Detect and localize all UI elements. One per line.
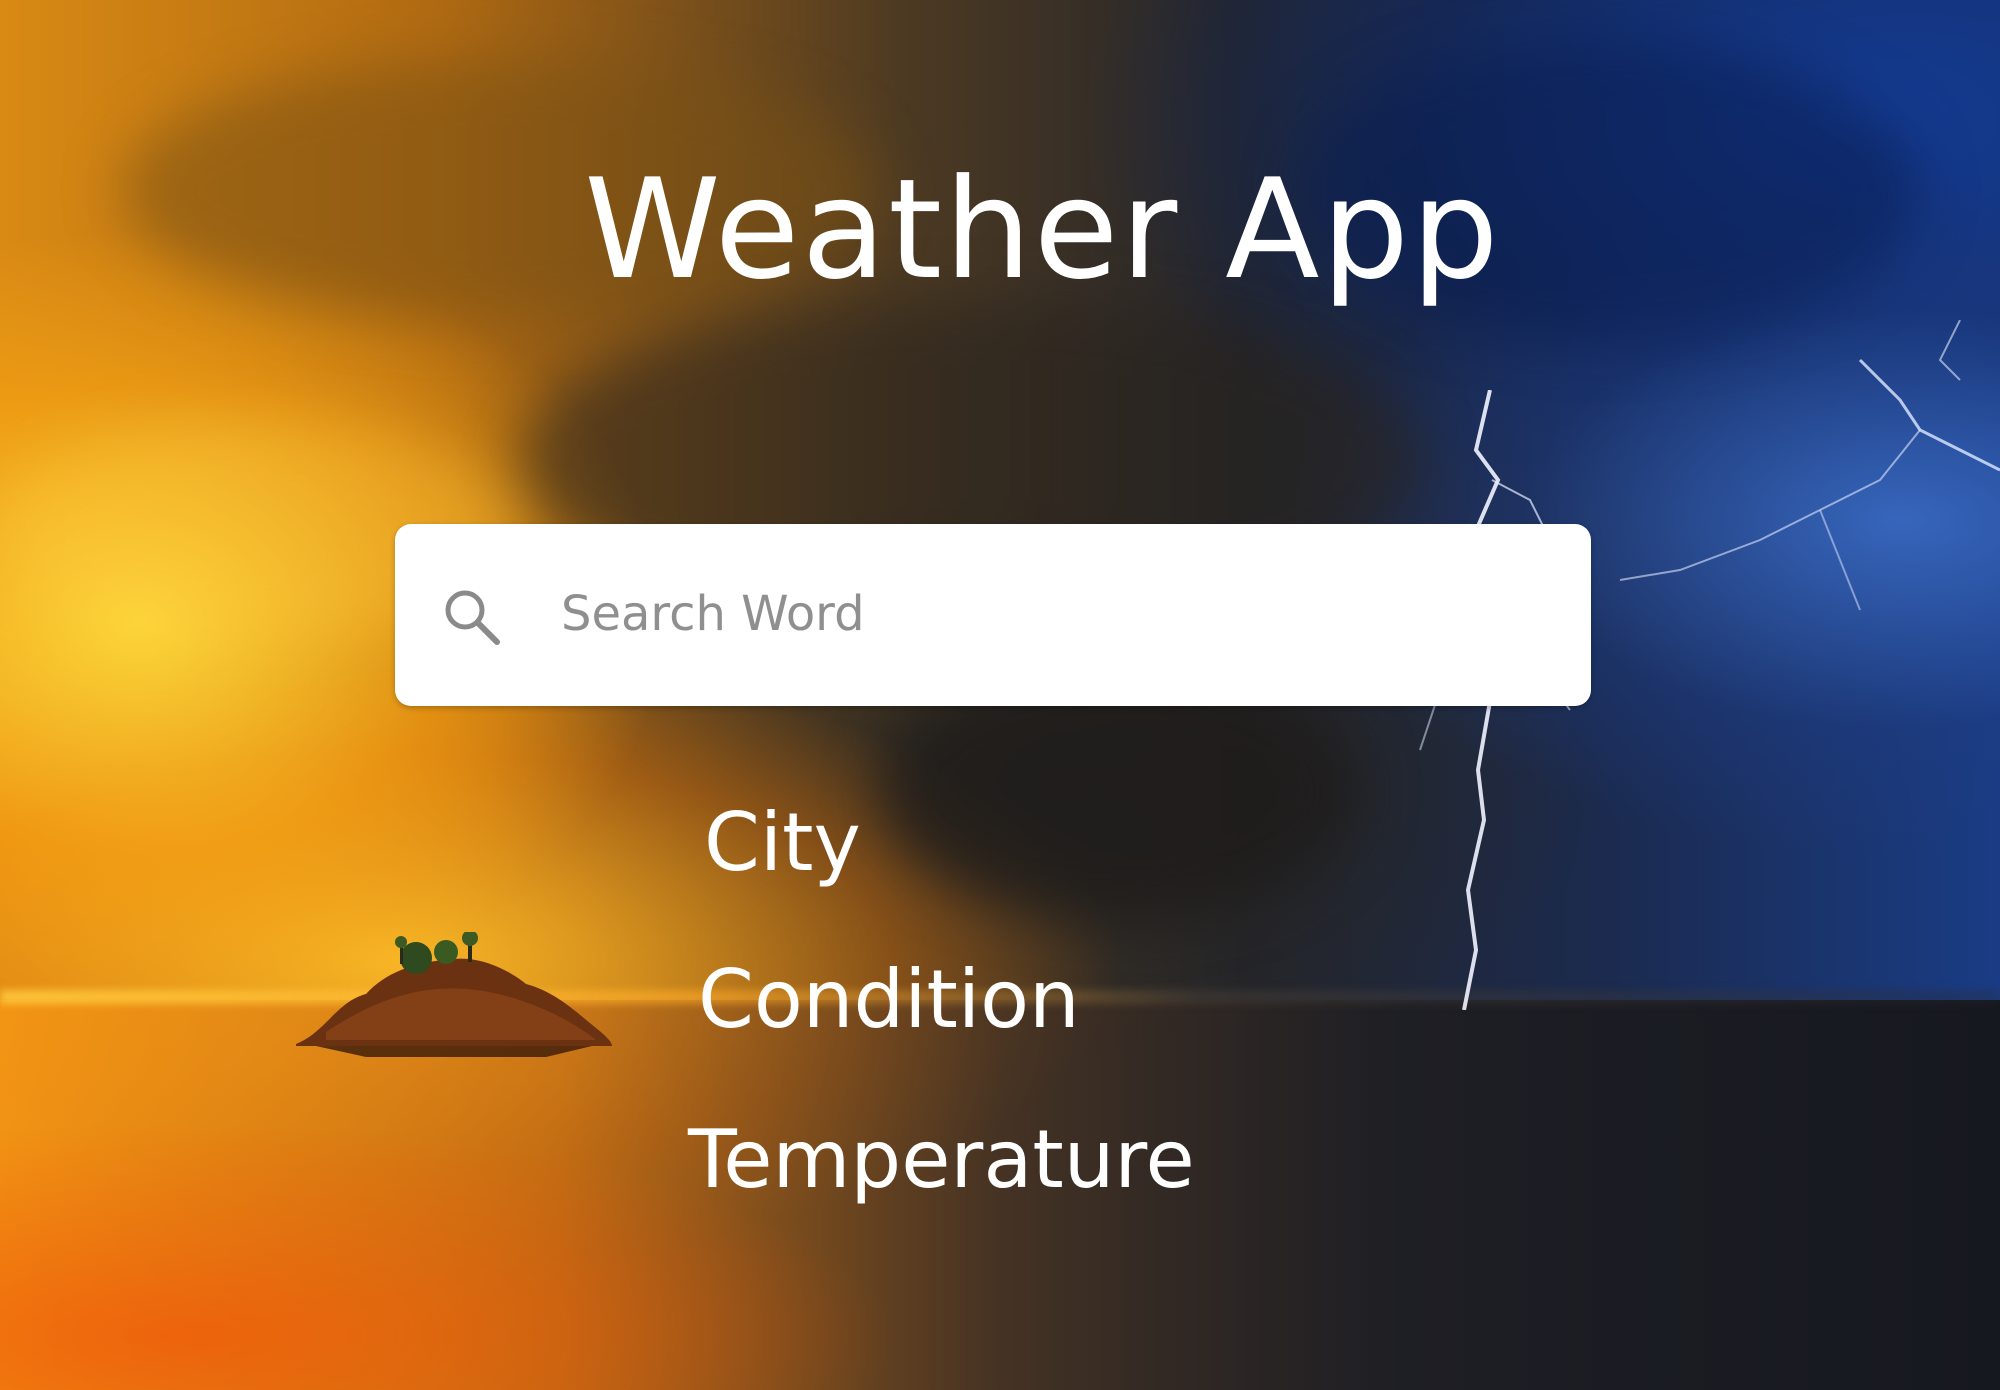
condition-label: Condition xyxy=(698,953,1080,1046)
city-label: City xyxy=(704,796,861,889)
lightning-branch-icon xyxy=(1620,320,2000,611)
island-icon xyxy=(296,932,612,1057)
search-bar[interactable] xyxy=(395,524,1591,706)
search-icon[interactable] xyxy=(441,586,503,648)
search-input[interactable] xyxy=(555,564,1527,664)
app-title: Weather App xyxy=(584,149,1501,310)
temperature-label: Temperature xyxy=(688,1113,1195,1206)
